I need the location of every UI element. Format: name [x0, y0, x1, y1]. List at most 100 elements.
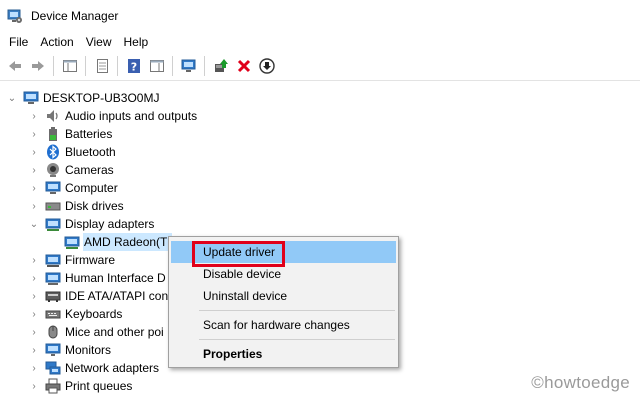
uninstall-device-label: Uninstall device: [203, 289, 288, 303]
chevron-right-icon[interactable]: ›: [29, 143, 39, 161]
tree-item-audio[interactable]: › Audio inputs and outputs: [29, 107, 198, 125]
display-adapter-icon: [45, 216, 61, 232]
tree-item-label: Audio inputs and outputs: [65, 109, 198, 123]
chevron-right-icon[interactable]: ›: [29, 305, 39, 323]
tree-item-label: Batteries: [65, 127, 113, 141]
camera-icon: [45, 162, 61, 178]
tree-item-label: IDE ATA/ATAPI cont: [65, 289, 172, 303]
tree-item-hid[interactable]: › Human Interface D: [29, 269, 167, 287]
tree-item-ide[interactable]: › IDE ATA/ATAPI cont: [29, 287, 172, 305]
menu-help[interactable]: Help: [118, 35, 155, 49]
tree-item-batteries[interactable]: › Batteries: [29, 125, 113, 143]
menu-view[interactable]: View: [80, 35, 118, 49]
toolbar-separator: [53, 56, 54, 76]
menu-separator: [199, 339, 395, 340]
menu-bar: File Action View Help: [0, 31, 640, 52]
chevron-right-icon[interactable]: ›: [29, 251, 39, 269]
tree-item-label: Human Interface D: [65, 271, 166, 285]
menu-separator: [199, 310, 395, 311]
tree-item-label: Mice and other poi: [65, 325, 164, 339]
computer-icon: [45, 180, 61, 196]
action-pane-icon[interactable]: [145, 55, 168, 78]
chevron-right-icon[interactable]: ›: [29, 161, 39, 179]
uninstall-device-menu-item[interactable]: Uninstall device: [171, 285, 396, 307]
disk-drive-icon: [45, 198, 61, 214]
tree-item-display-adapters[interactable]: ⌄ Display adapters: [29, 215, 155, 233]
bluetooth-icon: [45, 144, 61, 160]
hid-icon: [45, 270, 61, 286]
toolbar-separator: [85, 56, 86, 76]
uninstall-icon[interactable]: [232, 55, 255, 78]
tree-item-label: Network adapters: [65, 361, 160, 375]
help-icon[interactable]: ?: [122, 55, 145, 78]
scan-hardware-label: Scan for hardware changes: [203, 318, 350, 332]
chevron-right-icon[interactable]: ›: [29, 377, 39, 395]
tree-item-label: Display adapters: [65, 217, 155, 231]
download-icon[interactable]: [255, 55, 278, 78]
tree-item-label: Monitors: [65, 343, 112, 357]
chevron-right-icon[interactable]: ›: [29, 323, 39, 341]
printer-icon: [45, 378, 61, 394]
chevron-down-icon[interactable]: ⌄: [29, 215, 39, 233]
chevron-right-icon[interactable]: ›: [29, 107, 39, 125]
chevron-right-icon[interactable]: ›: [29, 359, 39, 377]
toolbar: ?: [0, 52, 640, 81]
chevron-right-icon[interactable]: ›: [29, 287, 39, 305]
chevron-right-icon[interactable]: ›: [29, 197, 39, 215]
speaker-icon: [45, 108, 61, 124]
chevron-right-icon[interactable]: ›: [29, 125, 39, 143]
tree-item-amd-radeon[interactable]: AMD Radeon(TI: [58, 233, 172, 251]
device-manager-icon: [7, 8, 23, 24]
tree-item-label: Disk drives: [65, 199, 124, 213]
update-driver-icon[interactable]: [209, 55, 232, 78]
tree-item-print-queues[interactable]: › Print queues: [29, 377, 133, 395]
battery-icon: [45, 126, 61, 142]
monitor-icon: [45, 342, 61, 358]
tree-item-bluetooth[interactable]: › Bluetooth: [29, 143, 117, 161]
firmware-icon: [45, 252, 61, 268]
toolbar-separator: [117, 56, 118, 76]
tree-item-computer[interactable]: › Computer: [29, 179, 119, 197]
tree-item-keyboards[interactable]: › Keyboards: [29, 305, 123, 323]
mouse-icon: [45, 324, 61, 340]
chevron-right-icon[interactable]: ›: [29, 341, 39, 359]
toolbar-separator: [204, 56, 205, 76]
tree-item-firmware[interactable]: › Firmware: [29, 251, 116, 269]
tree-root[interactable]: ⌄ DESKTOP-UB3O0MJ: [7, 89, 160, 107]
tree-root-label: DESKTOP-UB3O0MJ: [43, 91, 160, 105]
chevron-right-icon[interactable]: ›: [29, 179, 39, 197]
chevron-right-icon[interactable]: ›: [29, 269, 39, 287]
tree-item-label: Keyboards: [65, 307, 123, 321]
tree-item-label: AMD Radeon(TI: [83, 233, 172, 251]
tree-item-mice[interactable]: › Mice and other poi: [29, 323, 165, 341]
menu-file[interactable]: File: [3, 35, 34, 49]
title-bar: Device Manager: [0, 0, 640, 31]
forward-arrow-icon[interactable]: [26, 55, 49, 78]
tree-item-label: Computer: [65, 181, 118, 195]
properties-label: Properties: [203, 347, 263, 361]
svg-text:?: ?: [130, 61, 136, 74]
highlight-box: [192, 241, 285, 267]
tree-item-cameras[interactable]: › Cameras: [29, 161, 115, 179]
tree-item-network-adapters[interactable]: › Network adapters: [29, 359, 160, 377]
properties-icon[interactable]: [90, 55, 113, 78]
display-adapter-icon: [64, 234, 80, 250]
tree-item-label: Print queues: [65, 379, 133, 393]
window-title: Device Manager: [31, 8, 119, 23]
tree-item-label: Cameras: [65, 163, 114, 177]
disable-device-label: Disable device: [203, 267, 282, 281]
chevron-down-icon[interactable]: ⌄: [7, 89, 17, 107]
menu-action[interactable]: Action: [34, 35, 79, 49]
network-adapter-icon: [45, 360, 61, 376]
tree-item-monitors[interactable]: › Monitors: [29, 341, 112, 359]
ide-controller-icon: [45, 288, 61, 304]
back-arrow-icon[interactable]: [3, 55, 26, 78]
properties-menu-item[interactable]: Properties: [171, 343, 396, 365]
monitor-scan-icon[interactable]: [177, 55, 200, 78]
tree-item-disk-drives[interactable]: › Disk drives: [29, 197, 125, 215]
watermark: ©howtoedge: [531, 373, 630, 392]
computer-icon: [23, 90, 39, 106]
tree-item-label: Firmware: [65, 253, 115, 267]
show-hide-tree-icon[interactable]: [58, 55, 81, 78]
scan-hardware-menu-item[interactable]: Scan for hardware changes: [171, 314, 396, 336]
